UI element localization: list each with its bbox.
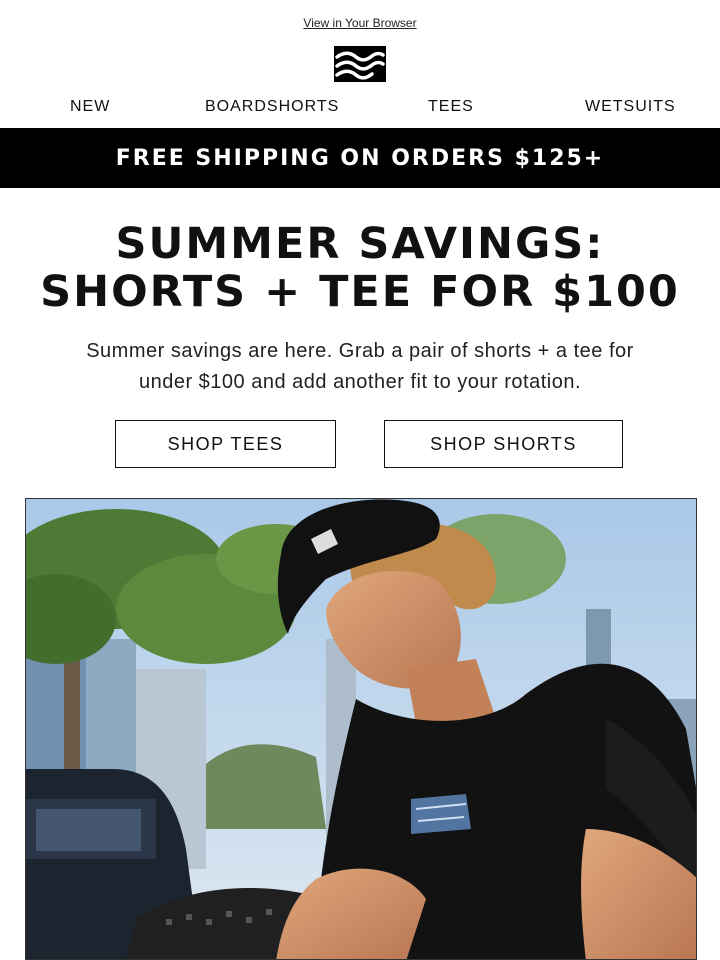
cta-buttons: SHOP TEES SHOP SHORTS: [0, 420, 720, 490]
hero-headline: SUMMER SAVINGS: SHORTS + TEE FOR $100: [0, 220, 720, 316]
hero-body: Summer savings are here. Grab a pair of …: [30, 336, 690, 398]
free-shipping-banner[interactable]: FREE SHIPPING ON ORDERS $125+: [0, 128, 720, 188]
logo-container: [0, 46, 720, 92]
billabong-logo-icon[interactable]: [334, 46, 386, 82]
hero-section: SUMMER SAVINGS: SHORTS + TEE FOR $100 Su…: [0, 188, 720, 398]
main-nav: NEW BOARDSHORTS TEES WETSUITS: [0, 92, 720, 128]
nav-item-tees[interactable]: TEES: [428, 98, 474, 116]
shirt-graphic: [411, 794, 471, 834]
nav-item-new[interactable]: NEW: [70, 98, 110, 116]
hero-headline-line2: SHORTS + TEE FOR $100: [40, 267, 680, 317]
nav-item-boardshorts[interactable]: BOARDSHORTS: [205, 98, 339, 116]
hero-photo[interactable]: [25, 498, 697, 960]
hero-headline-line1: SUMMER SAVINGS:: [115, 219, 605, 269]
free-shipping-text: FREE SHIPPING ON ORDERS $125+: [115, 145, 605, 171]
hero-body-line1: Summer savings are here. Grab a pair of …: [86, 340, 634, 362]
hero-body-line2: under $100 and add another fit to your r…: [138, 371, 582, 393]
shop-tees-button[interactable]: SHOP TEES: [115, 420, 336, 468]
shop-shorts-button[interactable]: SHOP SHORTS: [384, 420, 623, 468]
hero-photo-illustration: [26, 499, 696, 959]
view-in-browser-link[interactable]: View in Your Browser: [303, 16, 416, 30]
nav-item-wetsuits[interactable]: WETSUITS: [585, 98, 676, 116]
top-bar: View in Your Browser: [0, 0, 720, 46]
